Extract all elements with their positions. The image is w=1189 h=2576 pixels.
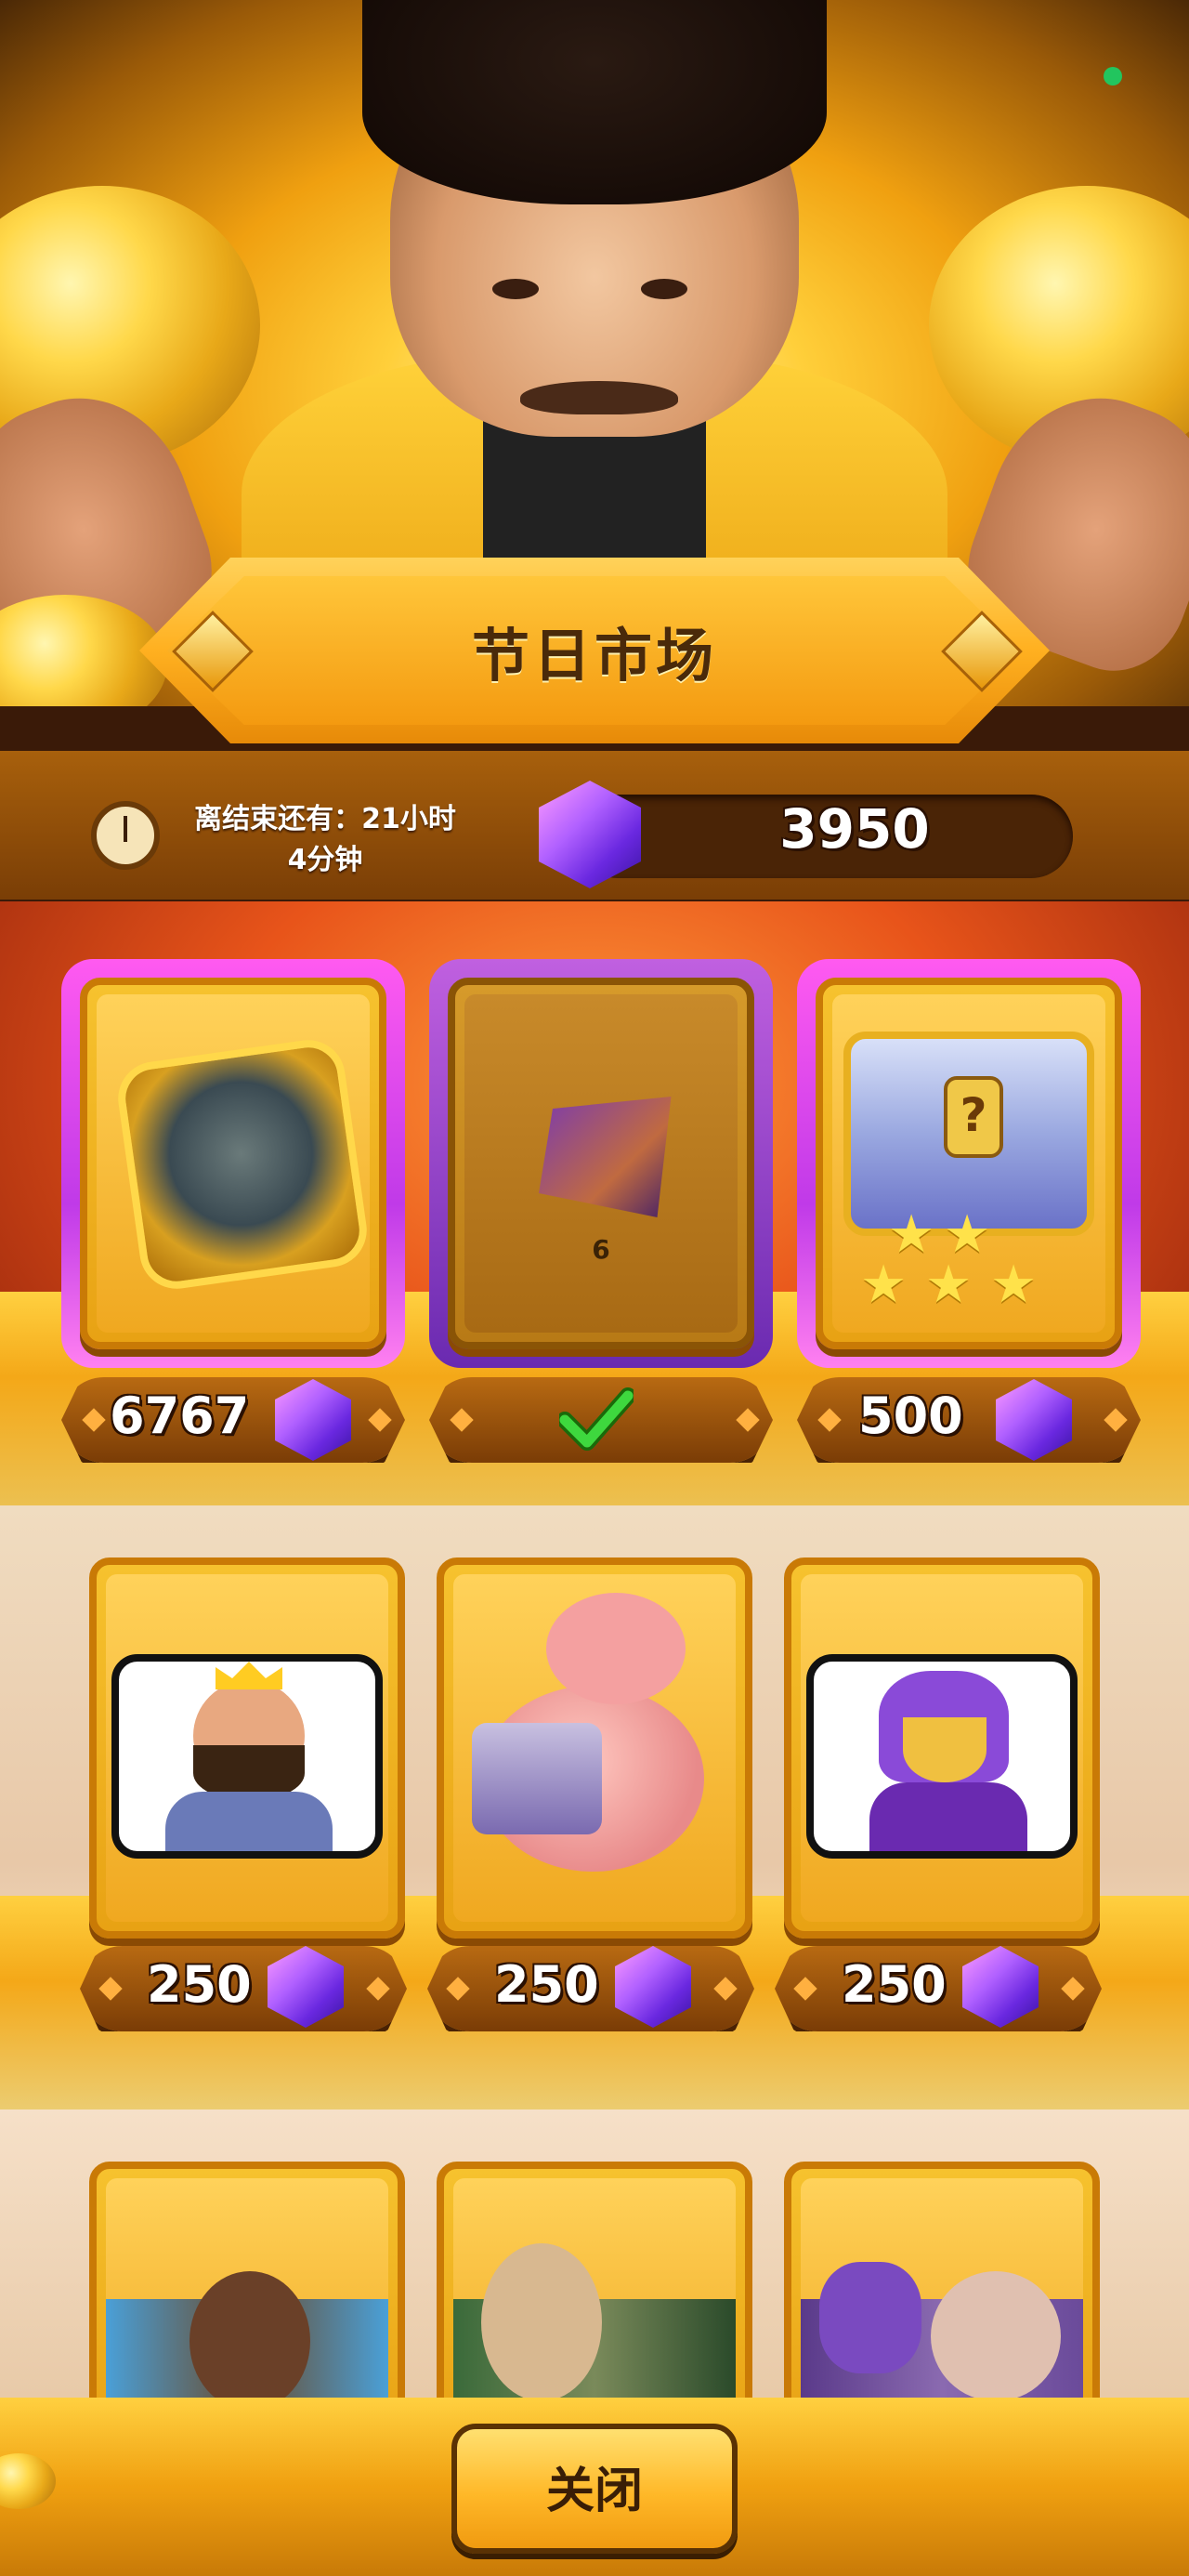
host-hair <box>362 0 827 204</box>
star-icon: ★ <box>990 1255 1038 1315</box>
star-icon: ★ <box>925 1255 973 1315</box>
price-label: 250 <box>147 1955 252 2014</box>
price-tag[interactable] <box>797 1377 1141 1463</box>
offer-card-hog-rider-emote[interactable] <box>437 1557 752 1939</box>
king-emote-icon <box>111 1654 383 1859</box>
host-eye-left <box>492 279 539 299</box>
price-label: 250 <box>842 1955 947 2014</box>
countdown-line-2: 4分钟 <box>287 844 363 876</box>
page-title: 节日市场 <box>471 622 717 690</box>
offer-card-armored-hero[interactable] <box>80 978 386 1349</box>
host-eye-right <box>641 279 687 299</box>
card-quantity: 6 <box>592 1234 610 1265</box>
price-label: 500 <box>858 1387 963 1445</box>
offer-card-king-emote[interactable] <box>89 1557 405 1939</box>
offer-card-star-chest[interactable]: ? ★ ★ ★ ★ ★ <box>816 978 1122 1349</box>
armored-hero-portrait <box>113 1035 372 1294</box>
gem-balance: 3950 <box>779 797 930 861</box>
offer-card-masked-hero[interactable]: 6 <box>448 978 754 1349</box>
offer-card-purple-warrior-emote[interactable] <box>784 1557 1100 1939</box>
check-icon <box>559 1387 634 1451</box>
online-status-dot <box>1104 67 1122 85</box>
price-label: 250 <box>494 1955 599 2014</box>
purple-warrior-emote-icon <box>806 1654 1078 1859</box>
clock-hand <box>124 816 127 842</box>
countdown-timer: 离结束还有：21小时 4分钟 <box>176 799 474 881</box>
countdown-line-1: 离结束还有：21小时 <box>194 803 456 835</box>
star-icon: ★ <box>860 1255 908 1315</box>
close-button-label: 关闭 <box>545 2464 643 2519</box>
price-label: 6767 <box>110 1387 250 1445</box>
host-mustache <box>520 381 678 414</box>
